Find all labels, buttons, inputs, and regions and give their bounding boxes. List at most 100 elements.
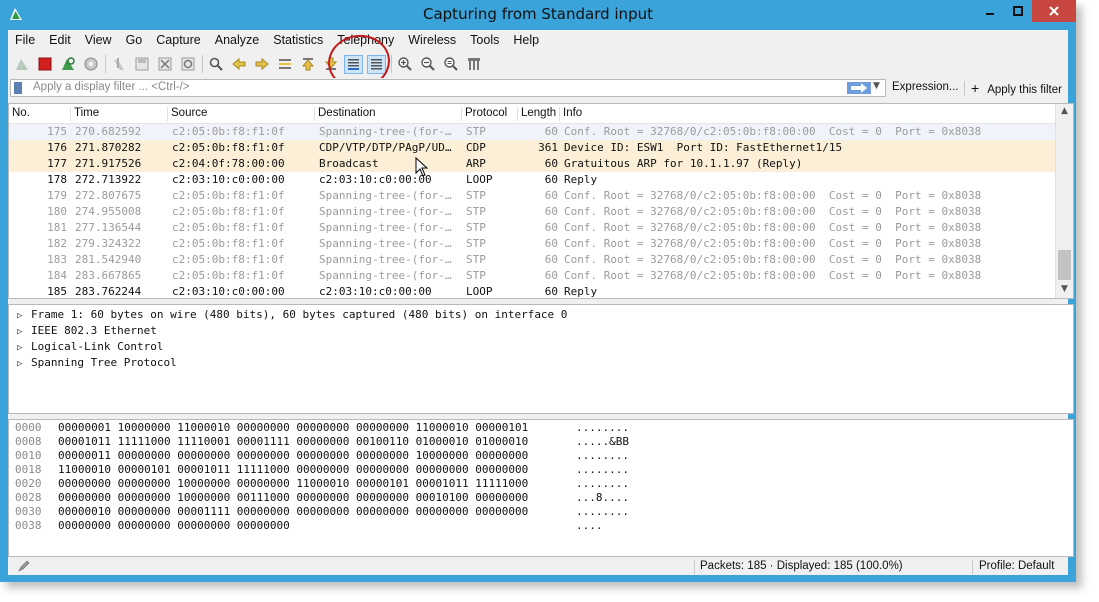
packet-row[interactable]: 184 283.667865 c2:05:0b:f8:f1:0f Spanning-t… — [9, 268, 1057, 284]
column-header-info[interactable]: Info — [560, 107, 1056, 121]
detail-row-frame[interactable]: ▷ Frame 1: 60 bytes on wire (480 bits), 6… — [17, 307, 567, 323]
packet-cell-info: Conf. Root = 32768/0/c2:05:0b:f8:00:00 C… — [564, 125, 982, 138]
scroll-down-icon[interactable]: ▼ — [1059, 284, 1070, 294]
go-back-icon[interactable] — [229, 55, 248, 74]
wireshark-window: Capturing from Standard input File Edit … — [0, 0, 1076, 582]
packet-row[interactable]: 176 271.870282 c2:05:0b:f8:f1:0f CDP/VTP/DT… — [9, 140, 1057, 156]
menu-analyze[interactable]: Analyze — [208, 33, 266, 47]
packet-row[interactable]: 178 272.713922 c2:03:10:c0:00:00 c2:03:10:c… — [9, 172, 1057, 188]
packet-cell-source: c2:05:0b:f8:f1:0f — [172, 269, 285, 282]
packet-bytes[interactable]: 0000 00000001 10000000 11000010 00000000 … — [8, 419, 1074, 557]
maximize-button[interactable] — [1004, 0, 1032, 22]
expand-arrow-icon[interactable]: ▷ — [17, 308, 31, 324]
close-button[interactable] — [1032, 0, 1076, 22]
detail-row-ethernet[interactable]: ▷ IEEE 802.3 Ethernet — [17, 323, 157, 339]
packet-cell-protocol: STP — [466, 189, 486, 202]
close-file-icon[interactable] — [155, 55, 174, 74]
packet-row[interactable]: 175 270.682592 c2:05:0b:f8:f1:0f Spanning-t… — [9, 124, 1057, 140]
stop-capture-icon[interactable] — [35, 55, 54, 74]
menu-edit[interactable]: Edit — [42, 33, 78, 47]
packet-cell-destination: Spanning-tree-(for-… — [319, 221, 452, 234]
packet-cell-no: 176 — [47, 141, 67, 154]
packet-row[interactable]: 185 283.762244 c2:03:10:c0:00:00 c2:03:10:c… — [9, 284, 1057, 298]
packet-row[interactable]: 180 274.955008 c2:05:0b:f8:f1:0f Spanning-t… — [9, 204, 1057, 220]
expand-arrow-icon[interactable]: ▷ — [17, 324, 31, 340]
column-header-length[interactable]: Length — [518, 107, 560, 121]
packet-cell-info: Gratuitous ARP for 10.1.1.97 (Reply) — [564, 157, 803, 170]
packet-cell-protocol: LOOP — [466, 285, 493, 298]
packet-cell-time: 283.762244 — [75, 285, 142, 298]
packet-row[interactable]: 177 271.917526 c2:04:0f:78:00:00 Broadcast A… — [9, 156, 1057, 172]
expression-button[interactable]: Expression... — [892, 81, 958, 93]
bytes-ascii: ........ — [576, 421, 629, 434]
menu-bar: File Edit View Go Capture Analyze Statis… — [8, 30, 1068, 50]
expand-arrow-icon[interactable]: ▷ — [17, 340, 31, 356]
apply-this-filter-button[interactable]: + Apply this filter — [971, 80, 1062, 96]
title-bar: Capturing from Standard input — [0, 0, 1076, 30]
column-header-source[interactable]: Source — [168, 107, 315, 121]
packet-cell-destination: c2:03:10:c0:00:00 — [319, 173, 432, 186]
packet-row[interactable]: 181 277.136544 c2:05:0b:f8:f1:0f Spanning-t… — [9, 220, 1057, 236]
menu-view[interactable]: View — [78, 33, 119, 47]
expert-info-icon[interactable] — [18, 560, 30, 572]
display-filter-input[interactable]: Apply a display filter ... <Ctrl-/> ▼ — [10, 79, 886, 97]
bytes-offset: 0000 — [15, 421, 42, 434]
go-forward-icon[interactable] — [252, 55, 271, 74]
bytes-ascii: ........ — [576, 477, 629, 490]
packet-list-scrollbar[interactable]: ▲ ▼ — [1055, 104, 1073, 298]
capture-options-icon[interactable] — [81, 55, 100, 74]
minimize-button[interactable] — [976, 0, 1004, 22]
packet-cell-time: 277.136544 — [75, 221, 142, 234]
bytes-hex: 00000011 00000000 00000000 00000000 0000… — [58, 449, 529, 462]
reload-file-icon[interactable] — [178, 55, 197, 74]
profile-status[interactable]: Profile: Default — [979, 560, 1054, 572]
scroll-up-icon[interactable]: ▲ — [1059, 106, 1070, 116]
packet-cell-info: Conf. Root = 32768/0/c2:05:0b:f8:00:00 C… — [564, 221, 982, 234]
menu-help[interactable]: Help — [506, 33, 546, 47]
packet-row[interactable]: 182 279.324322 c2:05:0b:f8:f1:0f Spanning-t… — [9, 236, 1057, 252]
detail-row-stp[interactable]: ▷ Spanning Tree Protocol — [17, 355, 177, 371]
packet-cell-protocol: STP — [466, 221, 486, 234]
packet-cell-source: c2:05:0b:f8:f1:0f — [172, 221, 285, 234]
restart-capture-icon[interactable] — [58, 55, 77, 74]
shark-fin-start-icon[interactable] — [12, 55, 31, 74]
zoom-out-icon[interactable] — [418, 55, 437, 74]
detail-row-llc[interactable]: ▷ Logical-Link Control — [17, 339, 163, 355]
apply-filter-arrow-button[interactable] — [847, 82, 871, 94]
bookmark-icon[interactable] — [14, 82, 22, 94]
packet-cell-info: Conf. Root = 32768/0/c2:05:0b:f8:00:00 C… — [564, 205, 982, 218]
column-header-destination[interactable]: Destination — [315, 107, 462, 121]
detail-text: Logical-Link Control — [31, 340, 164, 353]
packet-row[interactable]: 183 281.542940 c2:05:0b:f8:f1:0f Spanning-t… — [9, 252, 1057, 268]
main-toolbar — [8, 52, 1072, 76]
open-file-icon[interactable] — [109, 55, 128, 74]
column-header-protocol[interactable]: Protocol — [462, 107, 518, 121]
menu-wireless[interactable]: Wireless — [401, 33, 463, 47]
packet-cell-no: 177 — [47, 157, 67, 170]
expand-arrow-icon[interactable]: ▷ — [17, 356, 31, 372]
find-packet-icon[interactable] — [206, 55, 225, 74]
packet-cell-info: Device ID: ESW1 Port ID: FastEthernet1/1… — [564, 141, 843, 154]
zoom-normal-icon[interactable] — [441, 55, 460, 74]
scrollbar-thumb[interactable] — [1058, 250, 1071, 280]
menu-tools[interactable]: Tools — [463, 33, 506, 47]
filter-separator — [964, 81, 965, 96]
packet-cell-protocol: STP — [466, 205, 486, 218]
zoom-in-icon[interactable] — [395, 55, 414, 74]
bytes-offset: 0018 — [15, 463, 42, 476]
column-header-time[interactable]: Time — [71, 107, 168, 121]
maximize-icon — [1013, 6, 1023, 16]
menu-capture[interactable]: Capture — [149, 33, 207, 47]
filter-dropdown-icon[interactable]: ▼ — [873, 81, 885, 91]
go-to-packet-icon[interactable] — [275, 55, 294, 74]
menu-file[interactable]: File — [8, 33, 42, 47]
column-header-no[interactable]: No. — [9, 107, 71, 121]
packet-list[interactable]: No. Time Source Destination Protocol Len… — [8, 103, 1074, 299]
packet-row[interactable]: 179 272.807675 c2:05:0b:f8:f1:0f Spanning-t… — [9, 188, 1057, 204]
menu-go[interactable]: Go — [119, 33, 150, 47]
packet-details[interactable]: ▷ Frame 1: 60 bytes on wire (480 bits), 6… — [8, 304, 1074, 414]
resize-columns-icon[interactable] — [464, 55, 483, 74]
save-file-icon[interactable] — [132, 55, 151, 74]
go-first-icon[interactable] — [298, 55, 317, 74]
menu-statistics[interactable]: Statistics — [266, 33, 330, 47]
